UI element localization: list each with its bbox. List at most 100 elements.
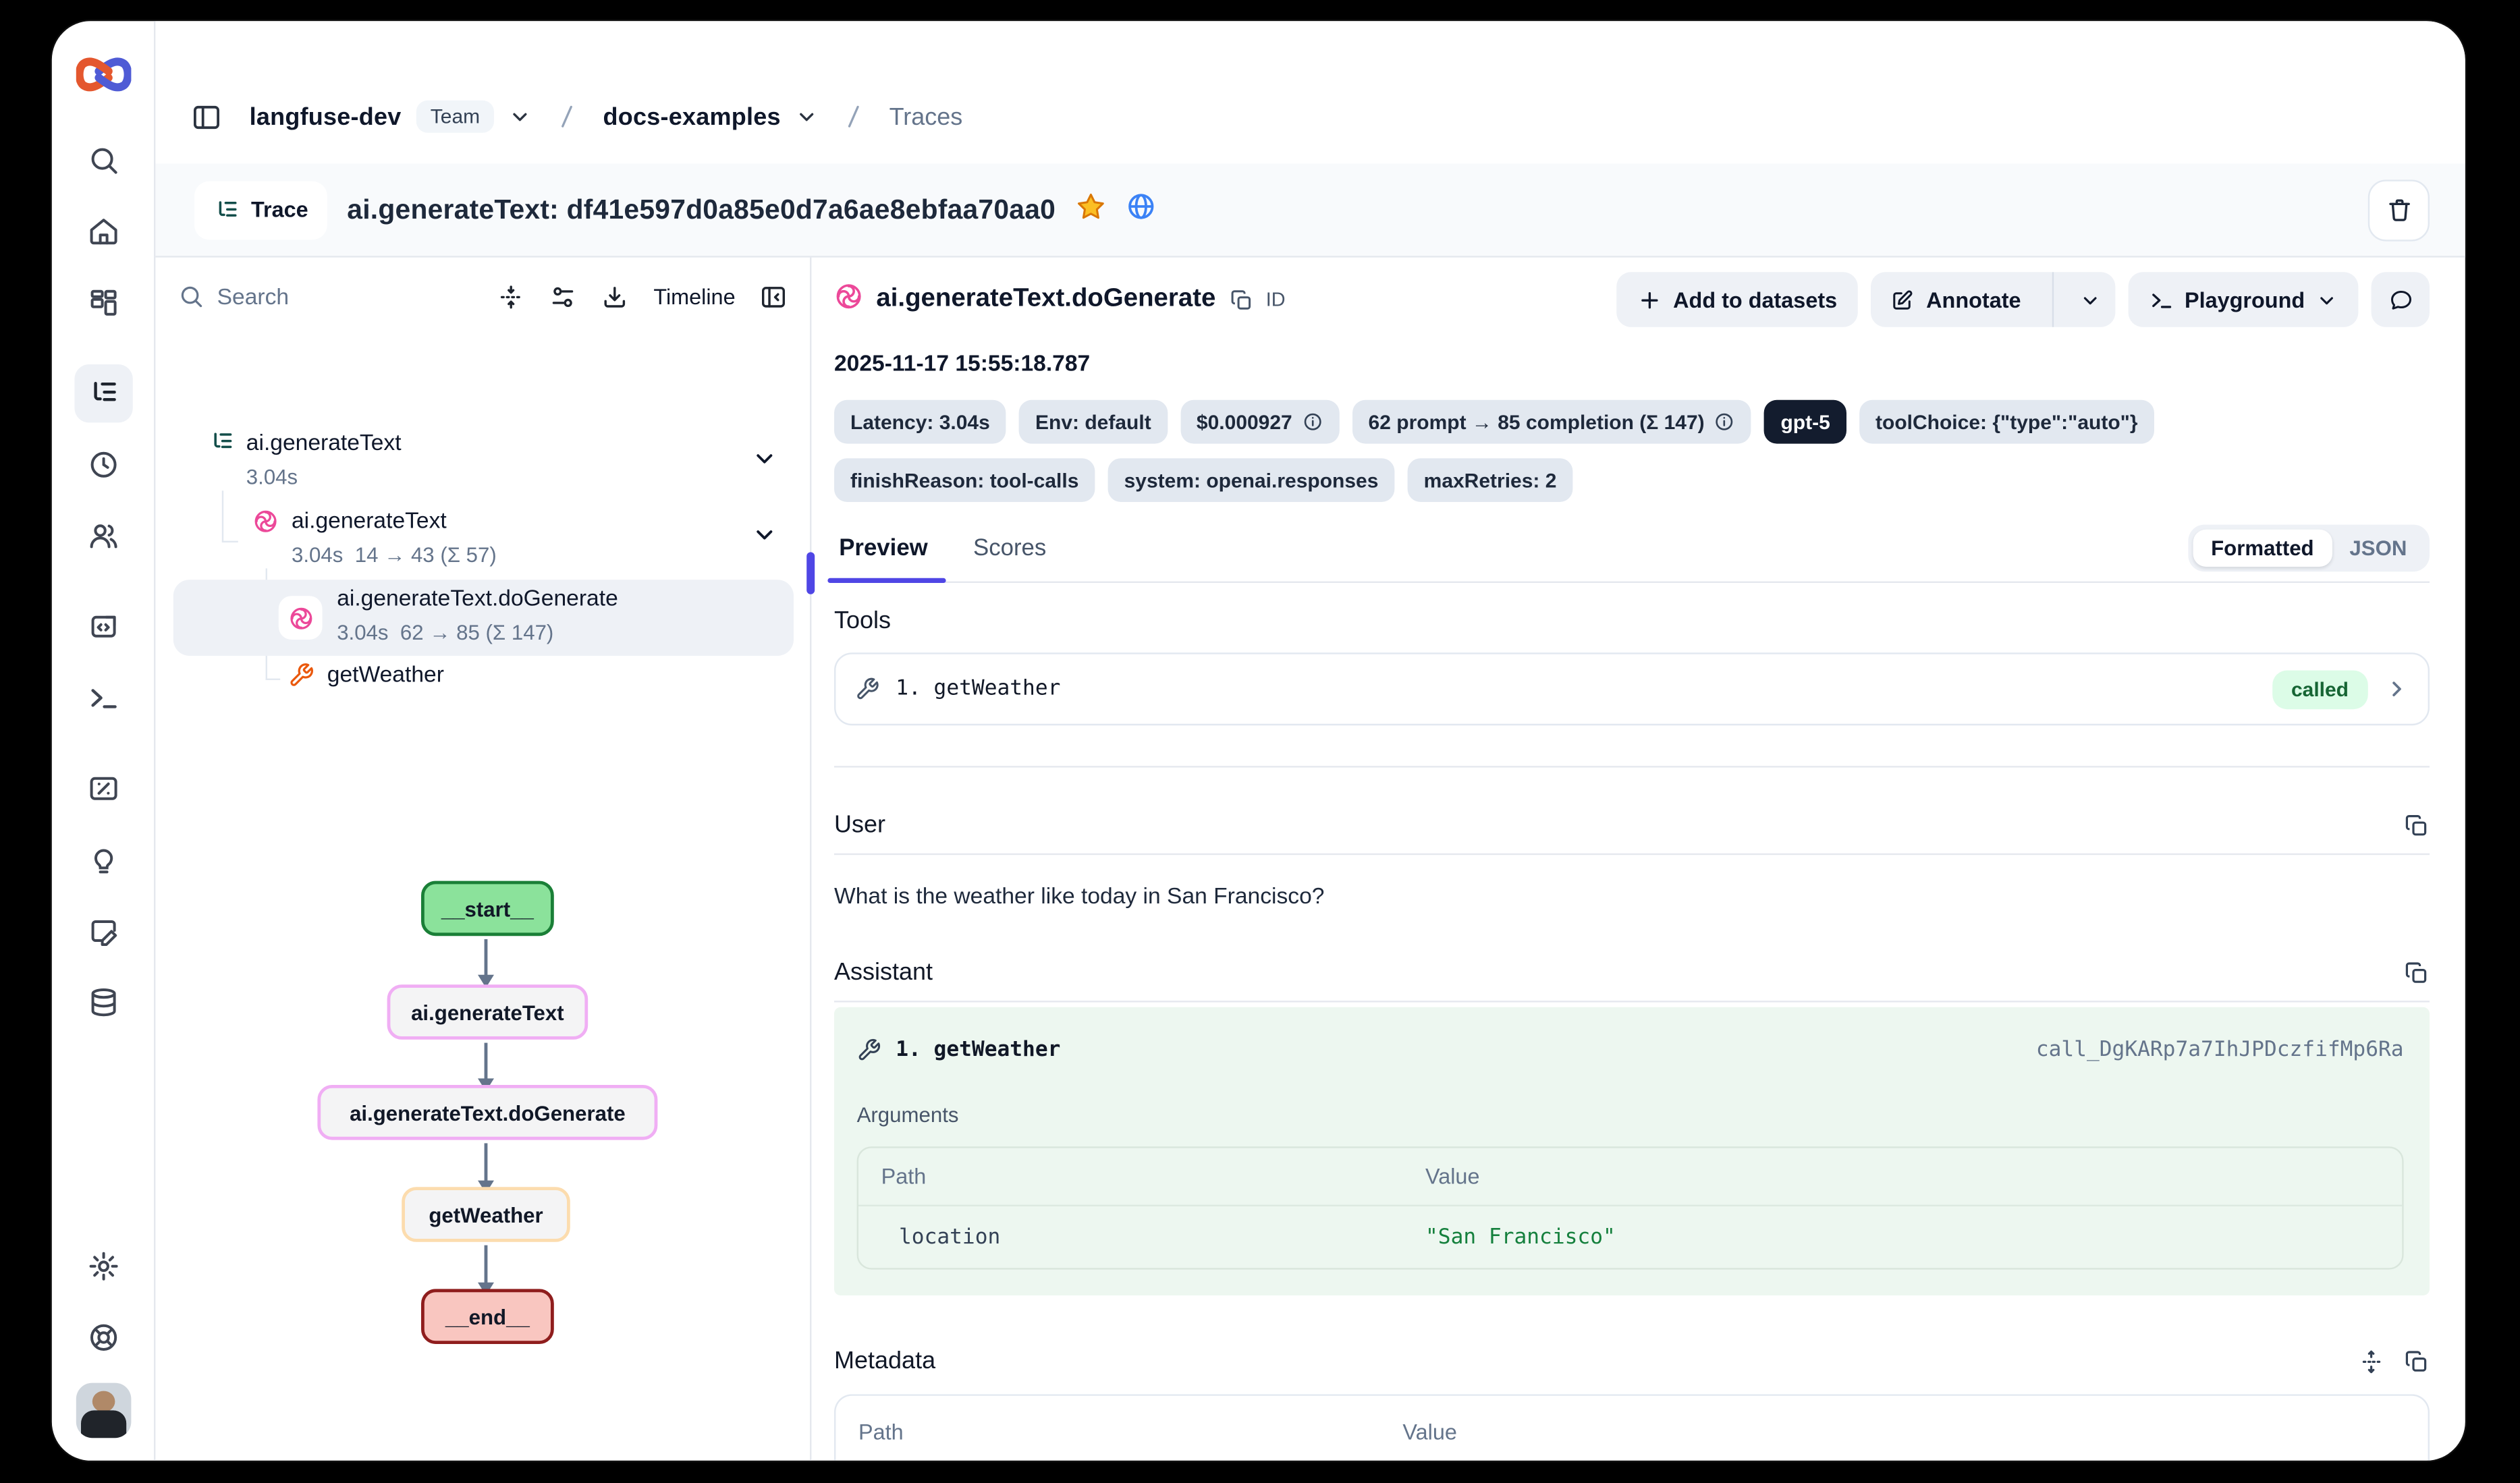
graph-node-do-generate[interactable]: ai.generateText.doGenerate — [317, 1085, 657, 1140]
comments-button[interactable] — [2372, 272, 2430, 327]
format-toggle: Formatted JSON — [2188, 525, 2430, 572]
sidebar-item-sessions[interactable] — [74, 436, 132, 494]
dashboard-grid-icon — [86, 287, 119, 319]
detail-tabs: Preview Scores Formatted JSON — [834, 525, 2430, 583]
delete-trace-button[interactable] — [2368, 179, 2430, 240]
agent-graph: __start__ ai.generateText ai.generateTex… — [155, 854, 810, 1461]
annotate-dropdown-button[interactable] — [2064, 272, 2114, 327]
home-icon — [86, 215, 119, 248]
panel-resize-handle[interactable] — [806, 552, 815, 594]
metadata-table-header: Path Value — [858, 1396, 2405, 1461]
collapse-all-button[interactable] — [498, 283, 526, 310]
tools-section-heading: Tools — [834, 607, 2430, 635]
sidebar-toggle-button[interactable] — [191, 101, 222, 132]
download-button[interactable] — [602, 283, 630, 310]
sidebar-item-playground[interactable] — [74, 669, 132, 727]
copy-icon[interactable] — [2404, 1348, 2430, 1374]
metadata-section-heading: Metadata — [834, 1347, 935, 1375]
search-input[interactable]: Search — [178, 283, 474, 309]
breadcrumb-environment[interactable]: docs-examples — [603, 103, 781, 130]
chevron-down-icon[interactable] — [795, 105, 818, 128]
public-globe-icon[interactable] — [1125, 190, 1156, 229]
users-icon — [86, 520, 119, 552]
tree-settings-button[interactable] — [550, 283, 578, 310]
tab-preview[interactable]: Preview — [834, 536, 933, 581]
trace-tree-icon — [209, 429, 235, 455]
breadcrumb-page[interactable]: Traces — [889, 103, 963, 130]
chevron-down-icon[interactable] — [509, 105, 532, 128]
sidebar-item-support[interactable] — [74, 1308, 132, 1366]
format-toggle-json[interactable]: JSON — [2332, 530, 2425, 567]
tab-scores[interactable]: Scores — [968, 536, 1051, 581]
tree-item-duration: 3.04s — [292, 542, 343, 567]
collapse-panel-button[interactable] — [760, 283, 788, 310]
trace-header-bar: Trace ai.generateText: df41e597d0a85e0d7… — [155, 163, 2465, 257]
chevron-down-icon[interactable] — [752, 522, 777, 555]
user-message: What is the weather like today in San Fr… — [834, 883, 2430, 908]
path-column-header: Path — [881, 1165, 1425, 1189]
sidebar-item-tracing[interactable] — [74, 364, 132, 422]
sidebar-item-search[interactable] — [74, 131, 132, 189]
copy-id-icon[interactable] — [1229, 287, 1253, 312]
cost-badge[interactable]: $0.000927 — [1180, 400, 1339, 444]
download-icon — [602, 283, 630, 310]
graph-node-generate-text[interactable]: ai.generateText — [387, 984, 588, 1040]
id-label: ID — [1266, 288, 1286, 311]
tree-item-duration: 3.04s — [337, 620, 388, 644]
graph-node-get-weather[interactable]: getWeather — [402, 1187, 570, 1242]
annotate-button[interactable]: Annotate — [1871, 272, 2041, 327]
detail-scroll-area[interactable]: Tools 1. getWeather called User — [834, 583, 2430, 1461]
sidebar-item-insights[interactable] — [74, 831, 132, 889]
graph-node-start[interactable]: __start__ — [421, 881, 554, 936]
tree-item-label[interactable]: ai.generateText.doGenerate — [337, 584, 618, 610]
info-icon — [1714, 412, 1735, 432]
breadcrumb-separator — [839, 102, 868, 131]
trace-tree-icon — [214, 197, 240, 223]
copy-icon[interactable] — [2404, 812, 2430, 838]
panel-collapse-icon — [760, 283, 788, 310]
playground-button[interactable]: Playground — [2128, 272, 2358, 327]
tool-called-badge: called — [2272, 669, 2368, 708]
sidebar-item-evaluators[interactable] — [74, 760, 132, 818]
lightbulb-icon — [86, 843, 119, 876]
sidebar-item-prompts[interactable] — [74, 598, 132, 656]
sidebar-item-home[interactable] — [74, 202, 132, 260]
search-icon — [178, 283, 204, 309]
sidebar-item-users[interactable] — [74, 507, 132, 565]
graph-node-end[interactable]: __end__ — [421, 1289, 554, 1344]
sidebar-item-settings[interactable] — [74, 1237, 132, 1295]
tree-item-label[interactable]: ai.generateText — [246, 429, 402, 455]
terminal-icon — [2149, 287, 2173, 312]
bookmark-star-icon[interactable] — [1075, 190, 1106, 229]
generation-icon-tile — [279, 596, 323, 640]
breadcrumb-project[interactable]: langfuse-dev — [250, 103, 402, 130]
token-usage-badge[interactable]: 62 prompt → 85 completion (Σ 147) — [1352, 400, 1752, 444]
chevron-down-icon[interactable] — [752, 445, 777, 479]
add-to-datasets-button[interactable]: Add to datasets — [1616, 272, 1858, 327]
observation-detail-panel: ai.generateText.doGenerate ID Add to dat… — [811, 258, 2465, 1461]
timeline-toggle[interactable]: Timeline — [653, 284, 735, 308]
expand-vertical-icon[interactable] — [2358, 1348, 2384, 1374]
chevron-down-icon — [2079, 289, 2100, 310]
env-badge: Env: default — [1019, 400, 1168, 444]
tree-item-label[interactable]: ai.generateText — [292, 507, 447, 532]
observation-timestamp: 2025-11-17 15:55:18.787 — [834, 349, 2430, 375]
chevron-right-icon[interactable] — [2384, 677, 2409, 701]
section-divider — [834, 1001, 2430, 1002]
assistant-tool-call-panel: 1. getWeather call_DgKARp7a7IhJPDczfifMp… — [834, 1007, 2430, 1295]
tree-item-label[interactable]: getWeather — [327, 661, 444, 686]
format-toggle-formatted[interactable]: Formatted — [2193, 530, 2332, 567]
sidebar-item-dashboards[interactable] — [74, 274, 132, 332]
max-retries-badge: maxRetries: 2 — [1408, 458, 1573, 502]
section-divider — [834, 766, 2430, 767]
tool-definition-row[interactable]: 1. getWeather called — [834, 652, 2430, 725]
sidebar-item-annotation[interactable] — [74, 902, 132, 960]
user-avatar[interactable] — [76, 1383, 131, 1438]
langfuse-logo[interactable] — [76, 50, 131, 99]
sidebar-item-datasets[interactable] — [74, 973, 132, 1031]
model-badge[interactable]: gpt-5 — [1764, 400, 1846, 444]
copy-icon[interactable] — [2404, 959, 2430, 985]
search-icon — [86, 144, 119, 177]
tool-call-id: call_DgKARp7a7IhJPDczfifMp6Ra — [2036, 1038, 2404, 1062]
clock-icon — [86, 449, 119, 481]
